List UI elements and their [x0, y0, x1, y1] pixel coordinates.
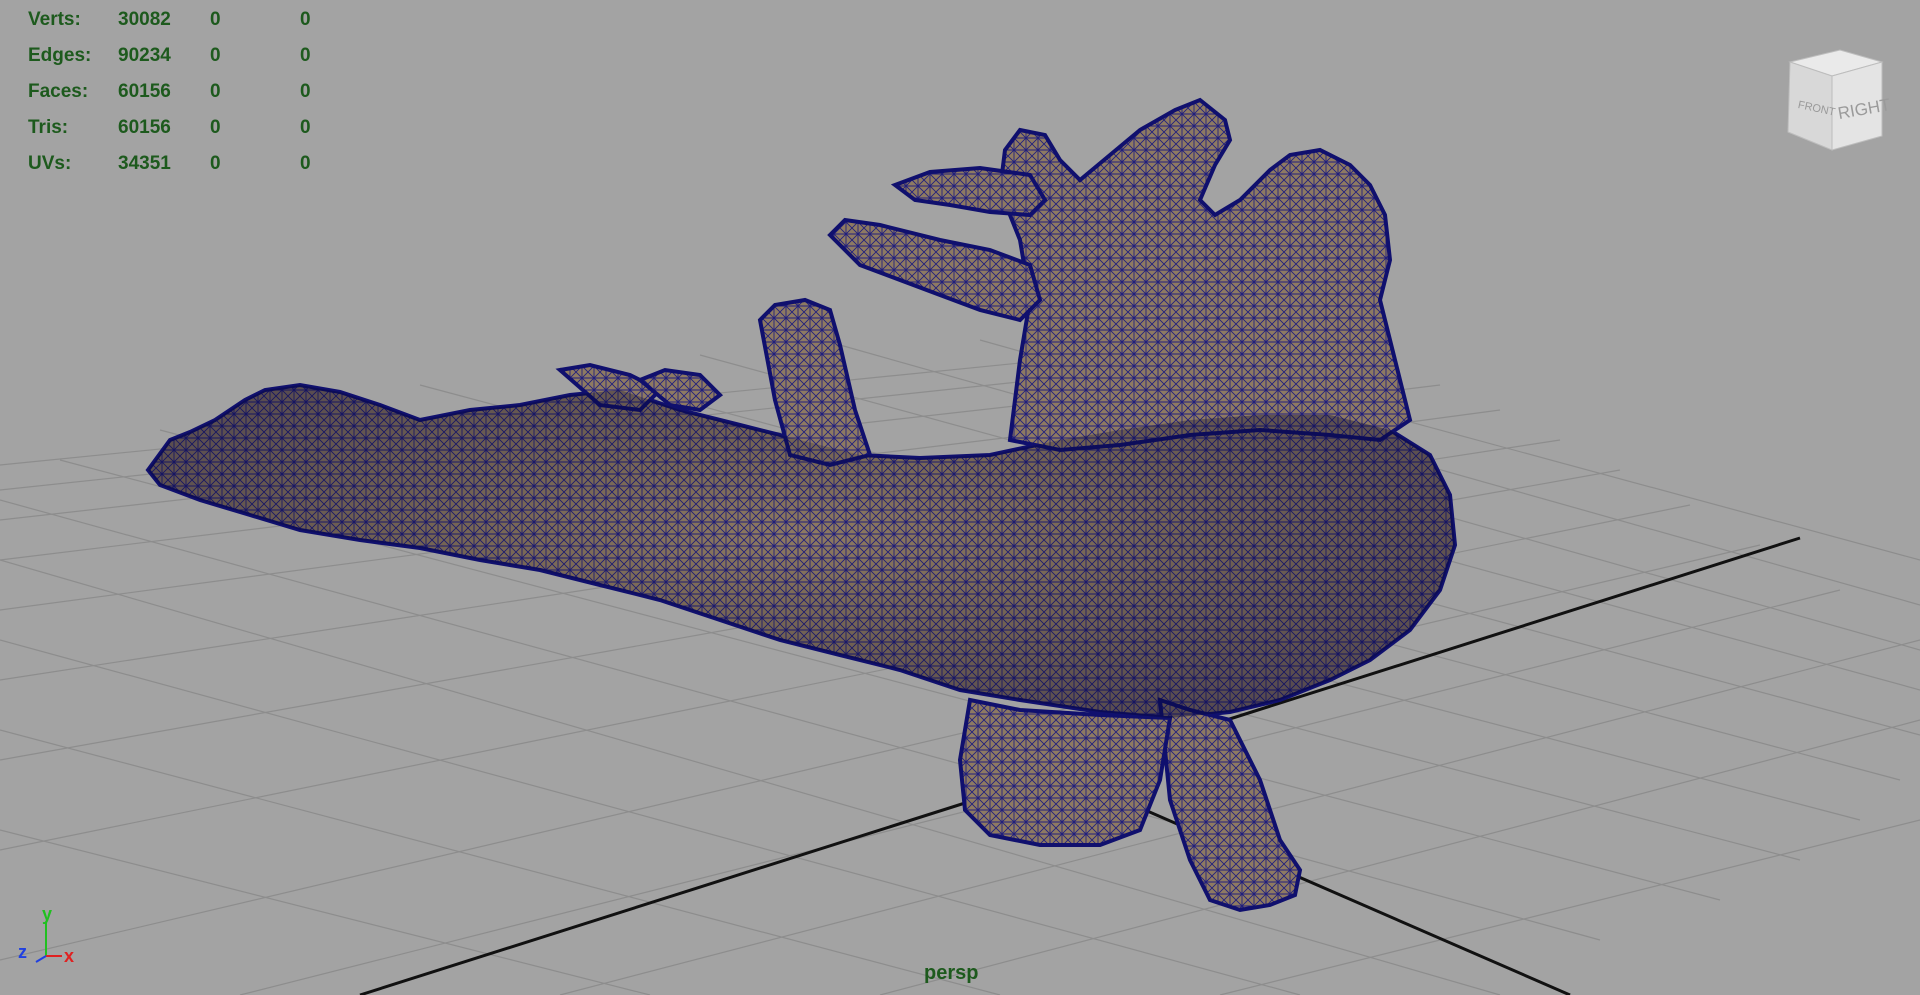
view-cube-icon[interactable]: FRONT RIGHT	[1770, 44, 1890, 164]
hud-selected: 0	[210, 153, 221, 174]
axis-y-label: y	[42, 904, 52, 924]
hud-row-uvs: UVs: 34351 0 0	[28, 146, 340, 182]
perspective-viewport[interactable]: Verts: 30082 0 0 Edges: 90234 0 0 Faces:…	[0, 0, 1920, 995]
hud-label: Faces:	[28, 81, 89, 102]
hud-row-faces: Faces: 60156 0 0	[28, 74, 340, 110]
hud-selected: 0	[210, 45, 221, 66]
hud-label: Tris:	[28, 117, 69, 138]
hud-selected: 0	[210, 117, 221, 138]
hud-component: 0	[300, 117, 311, 138]
hud-component: 0	[300, 9, 311, 30]
hud-row-tris: Tris: 60156 0 0	[28, 110, 340, 146]
hud-count: 60156	[118, 81, 171, 102]
hud-count: 60156	[118, 117, 171, 138]
axis-x-label: x	[64, 946, 74, 966]
hud-component: 0	[300, 81, 311, 102]
hud-label: Edges:	[28, 45, 92, 66]
hud-row-edges: Edges: 90234 0 0	[28, 38, 340, 74]
poly-count-hud: Verts: 30082 0 0 Edges: 90234 0 0 Faces:…	[28, 2, 340, 182]
axis-z-label: z	[18, 942, 27, 962]
hud-component: 0	[300, 153, 311, 174]
hud-selected: 0	[210, 81, 221, 102]
hud-count: 90234	[118, 45, 171, 66]
hud-selected: 0	[210, 9, 221, 30]
hud-count: 34351	[118, 153, 171, 174]
camera-name-label: persp	[924, 962, 979, 984]
hud-row-verts: Verts: 30082 0 0	[28, 2, 340, 38]
hud-component: 0	[300, 45, 311, 66]
hud-label: UVs:	[28, 153, 72, 174]
xyz-axis-icon: y z x	[18, 904, 74, 966]
hud-count: 30082	[118, 9, 171, 30]
hud-label: Verts:	[28, 9, 81, 30]
